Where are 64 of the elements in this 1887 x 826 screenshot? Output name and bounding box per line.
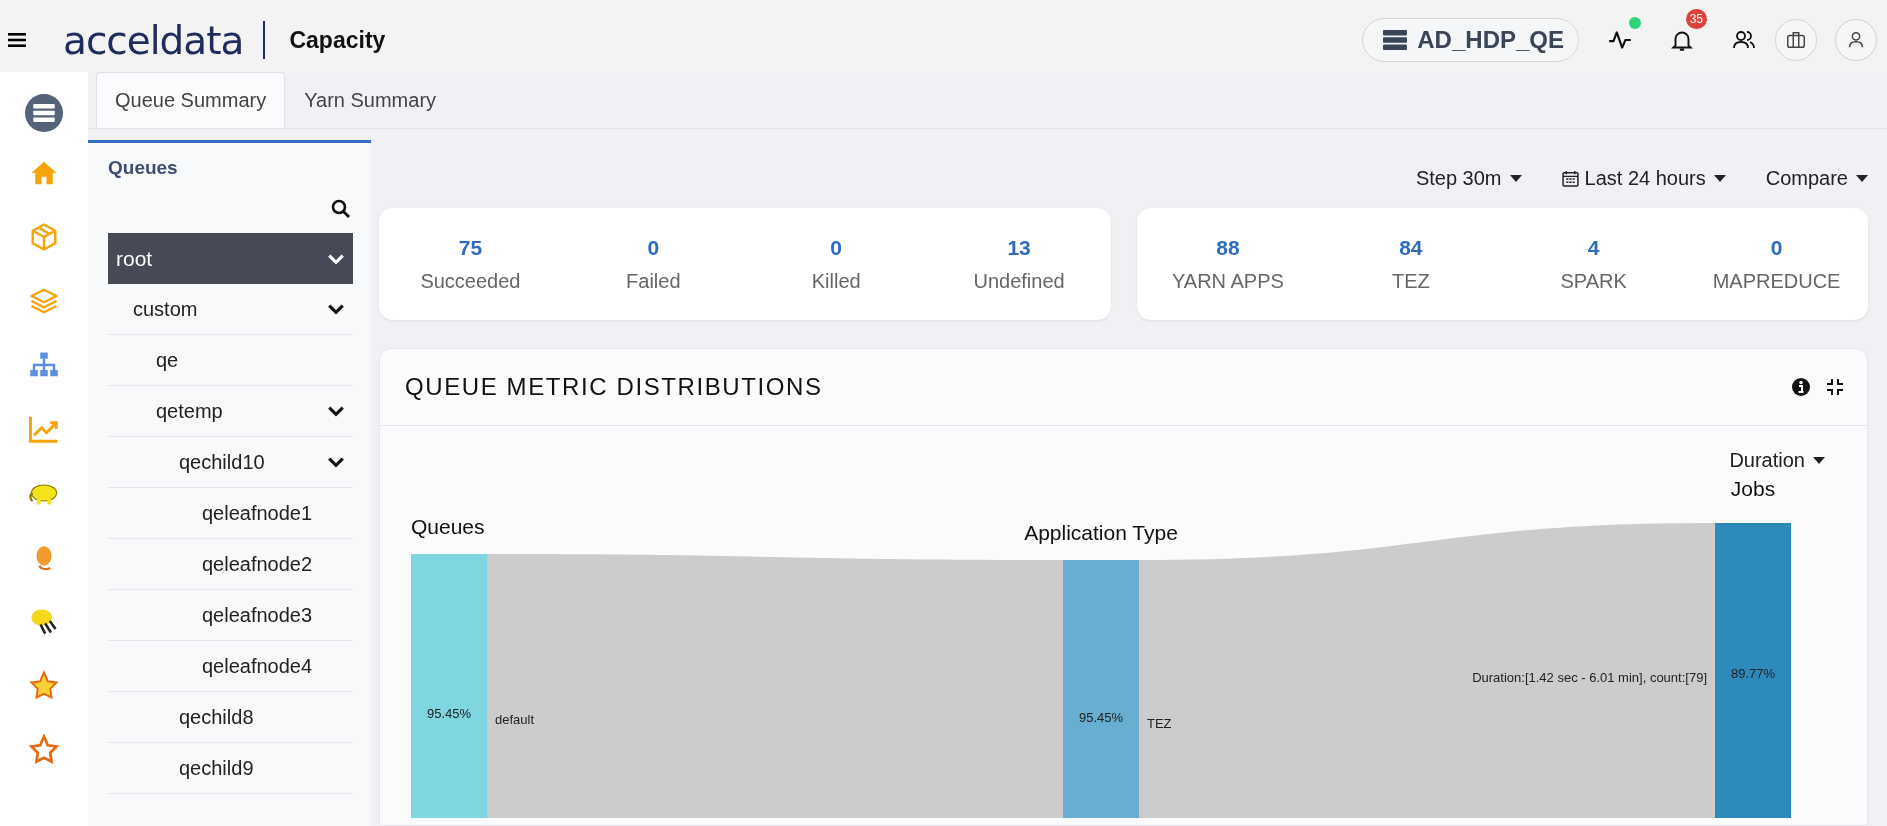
compare-dropdown[interactable]: Compare xyxy=(1765,166,1868,190)
profile-button[interactable] xyxy=(1835,19,1877,61)
column-label: Jobs xyxy=(1730,478,1776,500)
node-percent: 95.45% xyxy=(426,706,472,721)
stat-label: MAPREDUCE xyxy=(1712,269,1841,293)
caret-icon xyxy=(1813,456,1825,464)
time-range-dropdown[interactable]: Last 24 hours xyxy=(1561,166,1726,190)
tree-item[interactable]: qechild8 xyxy=(108,692,353,743)
step-dropdown[interactable]: Step 30m xyxy=(1415,166,1522,190)
card-title: QUEUE METRIC DISTRIBUTIONS xyxy=(405,373,824,401)
caret-icon xyxy=(1509,174,1522,182)
page-title: Capacity xyxy=(289,26,386,54)
node-percent: 95.45% xyxy=(1078,710,1124,725)
stat-value: 84 xyxy=(1399,235,1423,260)
node-label: default xyxy=(495,712,535,727)
stat-label: Succeeded xyxy=(420,269,521,293)
tree-item[interactable]: root xyxy=(108,233,353,284)
stat-value: 0 xyxy=(830,235,843,260)
node-label: TEZ xyxy=(1147,716,1172,731)
info-icon[interactable] xyxy=(1791,377,1811,397)
caret-icon xyxy=(1713,174,1726,182)
tree-item[interactable]: custom xyxy=(108,284,353,335)
stat-value: 88 xyxy=(1216,235,1240,260)
calendar-icon xyxy=(1561,169,1579,187)
tree-item[interactable]: qeleafnode4 xyxy=(108,641,353,692)
menu-icon[interactable] xyxy=(8,33,26,47)
stat-label: Failed xyxy=(626,269,681,293)
tree-item[interactable]: qe xyxy=(108,335,353,386)
metric-dropdown[interactable]: Duration xyxy=(1729,442,1825,478)
stat-label: Killed xyxy=(811,269,861,293)
stat-value: 0 xyxy=(647,235,660,260)
server-nav-icon[interactable] xyxy=(25,94,63,132)
stat-label: Undefined xyxy=(973,269,1065,293)
node-label: Duration:[1.42 sec - 6.01 min], count:[79] xyxy=(1472,670,1707,685)
stat-value: 0 xyxy=(1770,235,1783,260)
column-label: Application Type xyxy=(1024,521,1178,544)
logo: acceldata xyxy=(63,17,244,63)
star-icon[interactable] xyxy=(28,670,60,700)
caret-icon xyxy=(1856,174,1868,182)
tree-item[interactable]: qeleafnode3 xyxy=(108,590,353,641)
notification-count: 35 xyxy=(1685,9,1707,29)
stat-value: 75 xyxy=(458,235,483,260)
node-percent: 89.77% xyxy=(1730,666,1776,681)
stat-value: 4 xyxy=(1587,235,1600,260)
tree-item[interactable]: qeleafnode2 xyxy=(108,539,353,590)
tree-item[interactable]: qeleafnode1 xyxy=(108,488,353,539)
tree-item[interactable]: qechild9 xyxy=(108,743,353,794)
tree-item[interactable]: qetemp xyxy=(108,386,353,437)
cluster-selector[interactable]: AD_HDP_QE xyxy=(1362,18,1579,62)
stat-label: TEZ xyxy=(1391,269,1430,293)
star-icon[interactable] xyxy=(28,734,60,764)
stat-value: 13 xyxy=(1007,235,1031,260)
briefcase-icon xyxy=(1785,29,1807,51)
column-label: Queues xyxy=(411,515,485,538)
collapse-icon[interactable] xyxy=(1825,377,1845,397)
tab[interactable]: Queue Summary xyxy=(96,72,286,128)
server-icon xyxy=(1383,30,1408,50)
search-icon[interactable] xyxy=(331,199,351,219)
tree-item[interactable]: qechild10 xyxy=(108,437,353,488)
tab[interactable]: Yarn Summary xyxy=(285,72,456,128)
stat-label: YARN APPS xyxy=(1172,269,1284,293)
stat-label: SPARK xyxy=(1560,269,1627,293)
briefcase-button[interactable] xyxy=(1775,19,1817,61)
panel-title: Queues xyxy=(108,157,179,180)
